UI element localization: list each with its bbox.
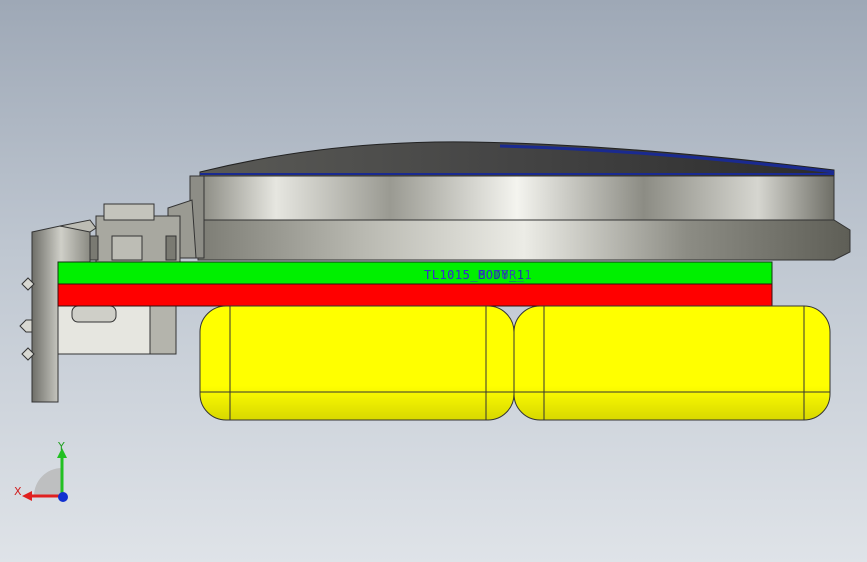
- triad-graphic: [22, 448, 68, 502]
- coordinate-triad-icon: Y X: [14, 440, 78, 510]
- green-plate: [57, 261, 773, 285]
- cad-viewport[interactable]: TL1015_BODY_1 TL1015_MOTOR_1 Y X: [0, 0, 867, 562]
- x-axis-label: X: [14, 485, 22, 498]
- bolt-2: [19, 319, 33, 333]
- yellow-pad-left: [199, 305, 515, 421]
- component-label-motor: TL1015_MOTOR_1: [424, 268, 533, 282]
- red-plate: [57, 283, 773, 307]
- yellow-pad-right: [513, 305, 831, 421]
- y-axis-label: Y: [58, 440, 65, 453]
- motor-housing-upper: [199, 175, 835, 221]
- motor-housing-flange: [197, 219, 851, 261]
- connector-top: [103, 203, 155, 221]
